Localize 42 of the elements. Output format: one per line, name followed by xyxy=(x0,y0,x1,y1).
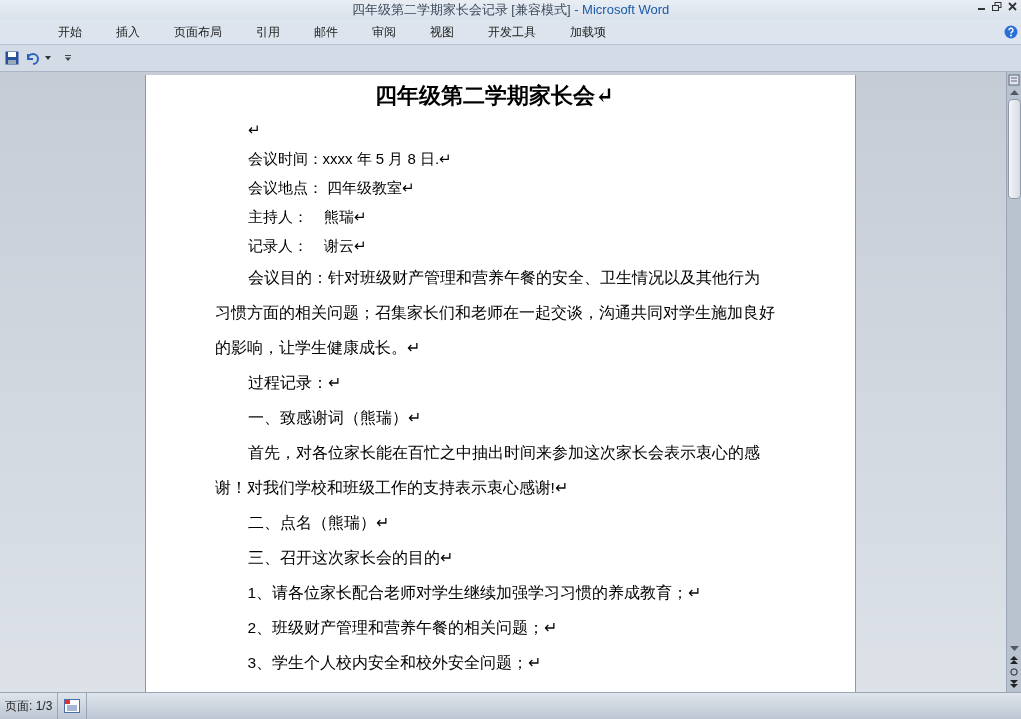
ribbon-tab[interactable]: 插入 xyxy=(116,22,140,42)
page-indicator[interactable]: 页面: 1/3 xyxy=(0,693,59,719)
paragraph: 主持人： 熊瑞↵ xyxy=(246,207,369,227)
restore-icon[interactable] xyxy=(992,2,1002,11)
scroll-thumb[interactable] xyxy=(1007,99,1021,199)
next-page-icon[interactable] xyxy=(1010,680,1018,688)
customize-icon[interactable] xyxy=(65,55,71,61)
paragraph: 会议目的：针对班级财产管理和营养午餐的安全、卫生情况以及其他行为习惯方面的相关问题；召集家长们和老师在一起交谈，沟通共同对学生施加良好的影响，让学生健康成长。↵ xyxy=(214,268,775,358)
paragraph: 三、召开这次家长会的目的↵ xyxy=(246,548,454,568)
ribbon-tab[interactable]: 视图 xyxy=(430,22,454,42)
window-title: 四年级第二学期家长会记录 [兼容模式] - Microsoft Word xyxy=(351,1,670,20)
ribbon-tab[interactable]: 开始 xyxy=(58,22,82,42)
previous-page-icon[interactable] xyxy=(1010,656,1018,664)
paragraph: 过程记录：↵ xyxy=(246,373,342,393)
browse-object-icon[interactable] xyxy=(1010,668,1018,676)
paragraph: 会议时间：xxxx 年 5 月 8 日.↵ xyxy=(246,149,454,169)
paragraph: 一、致感谢词（熊瑞）↵ xyxy=(246,408,422,428)
save-icon[interactable] xyxy=(5,51,19,65)
close-icon[interactable] xyxy=(1008,2,1017,11)
ribbon-tab[interactable]: 开发工具 xyxy=(488,22,536,42)
ribbon-tab[interactable]: 加载项 xyxy=(570,22,606,42)
scrollbar[interactable] xyxy=(1006,72,1021,692)
ribbon-tab[interactable]: 引用 xyxy=(256,22,280,42)
ruler-icon[interactable] xyxy=(1008,74,1020,86)
undo-icon[interactable] xyxy=(25,51,39,65)
scroll-down-icon[interactable] xyxy=(1009,646,1019,651)
ribbon-tab[interactable]: 审阅 xyxy=(372,22,396,42)
paragraph: 2、班级财产管理和营养午餐的相关问题；↵ xyxy=(246,618,559,638)
paragraph: 记录人： 谢云↵ xyxy=(246,236,369,256)
paragraph: 3、学生个人校内安全和校外安全问题；↵ xyxy=(246,653,543,673)
paragraph: ↵ xyxy=(246,120,262,140)
document-view-icon[interactable] xyxy=(64,699,81,713)
paragraph: 首先，对各位家长能在百忙之中抽出时间来参加这次家长会表示衷心的感谢！对我们学校和班级工作的支持表示衷心感谢!↵ xyxy=(214,443,761,498)
help-icon[interactable] xyxy=(1004,25,1018,39)
scroll-up-icon[interactable] xyxy=(1009,90,1019,95)
document-title: 四年级第二学期家长会↵ xyxy=(374,81,615,109)
dropdown-icon[interactable] xyxy=(45,56,51,60)
paragraph: 会议地点： 四年级教室↵ xyxy=(246,178,416,198)
paragraph: 1、请各位家长配合老师对学生继续加强学习习惯的养成教育；↵ xyxy=(246,583,703,603)
paragraph: 二、点名（熊瑞）↵ xyxy=(246,513,390,533)
ribbon-tab[interactable]: 页面布局 xyxy=(174,22,222,42)
ribbon-tab[interactable]: 邮件 xyxy=(314,22,338,42)
